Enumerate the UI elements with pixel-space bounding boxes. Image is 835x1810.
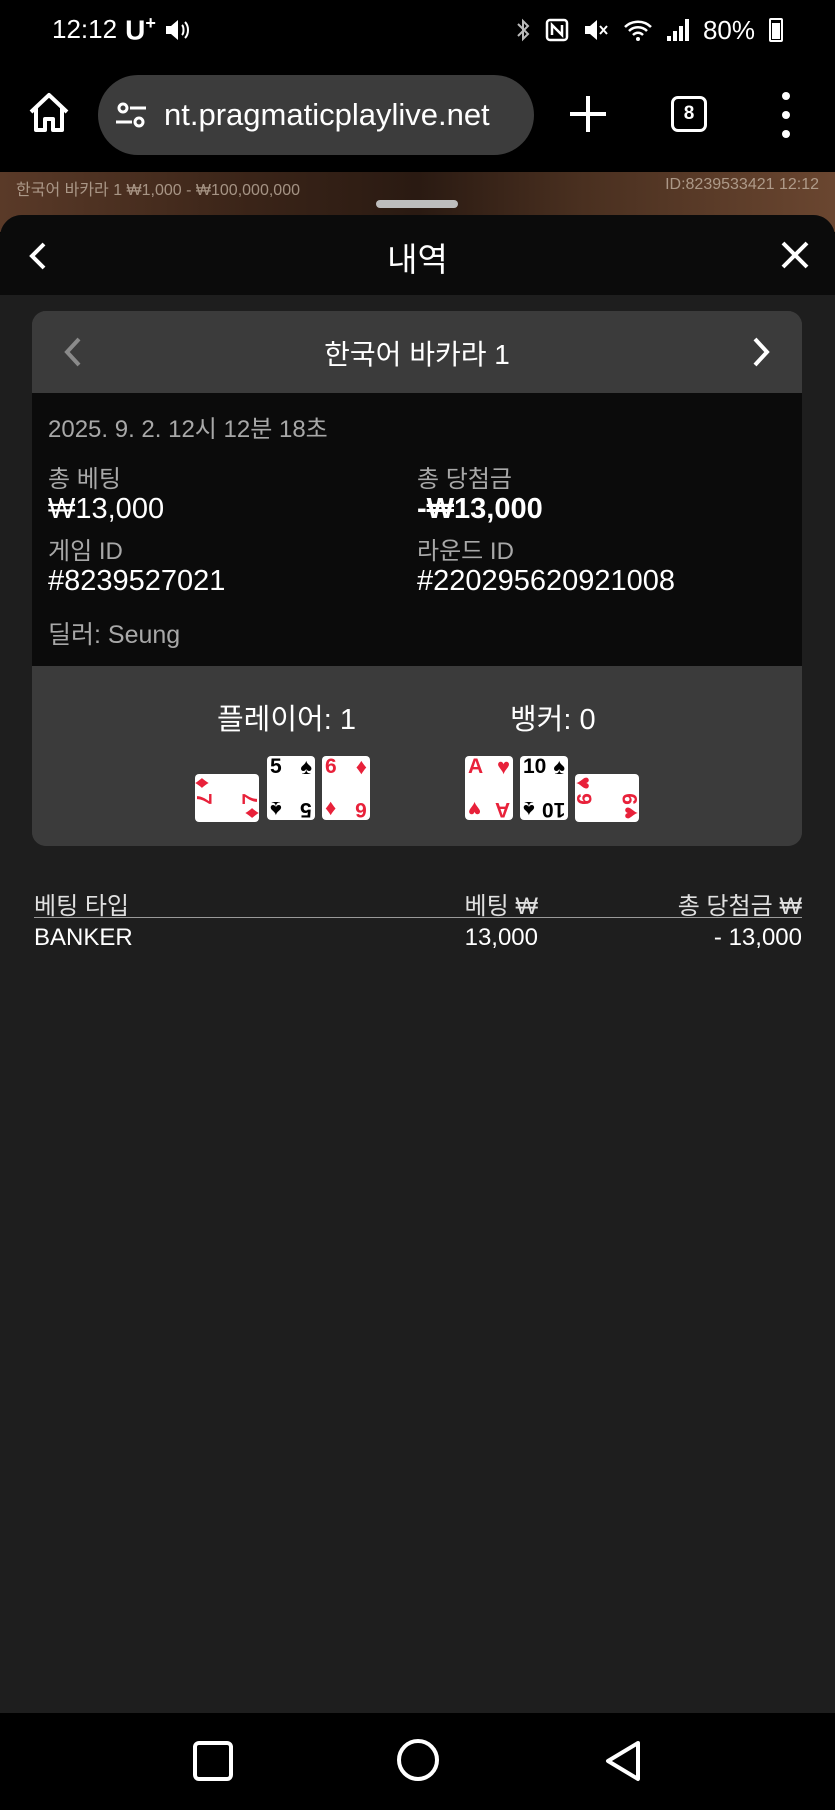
round-nav: 한국어 바카라 1: [32, 311, 802, 393]
wifi-icon: [624, 20, 652, 41]
nfc-icon: [545, 18, 569, 42]
total-win-label: 총 당첨금: [417, 466, 512, 493]
new-tab-icon[interactable]: [566, 92, 610, 136]
back-button[interactable]: [602, 1739, 644, 1783]
game-id-label: 게임 ID: [48, 538, 123, 565]
row-total-win: - 13,000: [713, 924, 802, 951]
banker-card-3: 9♥ 9♥: [575, 774, 639, 822]
round-card: 한국어 바카라 1 2025. 9. 2. 12시 12분 18초 총 베팅 ₩…: [32, 311, 802, 846]
game-name: 한국어 바카라 1: [324, 339, 510, 370]
round-info: 2025. 9. 2. 12시 12분 18초 총 베팅 ₩13,000 총 당…: [32, 393, 802, 666]
site-settings-icon[interactable]: [114, 98, 148, 132]
history-panel: 내역 한국어 바카라 1 2025. 9. 2. 12시 12분 18초 총 베…: [0, 215, 835, 1713]
battery-icon: [769, 18, 783, 42]
row-bet-type: BANKER: [34, 924, 133, 951]
panel-title: 내역: [387, 241, 448, 278]
drag-handle[interactable]: [376, 200, 458, 208]
header-bet-type: 베팅 타입: [34, 893, 129, 920]
banker-score: 뱅커: 0: [510, 704, 596, 736]
table-header: 베팅 타입 베팅 ₩ 총 당첨금 ₩: [34, 880, 802, 920]
recents-button[interactable]: [193, 1741, 233, 1781]
player-score: 플레이어: 1: [217, 704, 356, 736]
round-result: 플레이어: 1 뱅커: 0 7♦ 7♦ 5♠ 5♠ 6♦ 6♦ A♥ A♥ 10…: [32, 666, 802, 846]
total-win-value: -₩13,000: [417, 493, 543, 525]
clock: 12:12: [52, 14, 118, 45]
row-bet-amount: 13,000: [464, 924, 538, 951]
table-info: 한국어 바카라 1 ₩1,000 - ₩100,000,000: [16, 182, 300, 199]
table-id: ID:8239533421 12:12: [665, 176, 819, 193]
player-card-2: 5 ♠ 5 ♠: [267, 756, 315, 820]
game-id-value: #8239527021: [48, 565, 226, 597]
bet-table: 베팅 타입 베팅 ₩ 총 당첨금 ₩ BANKER 13,000 - 13,00…: [34, 880, 802, 962]
status-bar: 12:12 U+ 80%: [0, 0, 835, 60]
address-bar[interactable]: nt.pragmaticplaylive.net: [98, 75, 534, 155]
status-left: 12:12 U+: [52, 13, 190, 46]
player-card-3: 6 ♦ 6 ♦: [322, 756, 370, 820]
round-id-value: #220295620921008: [417, 565, 676, 597]
system-nav-bar: [0, 1713, 835, 1810]
dealer-name: 딜러: Seung: [48, 621, 181, 649]
status-right: 80%: [515, 15, 783, 46]
next-round-icon[interactable]: [746, 335, 776, 369]
close-icon[interactable]: [777, 237, 813, 273]
table-row: BANKER 13,000 - 13,000: [34, 918, 802, 962]
banker-card-2: 10 ♠ 10 ♠: [520, 756, 568, 820]
signal-icon: [666, 19, 689, 41]
total-bet-label: 총 베팅: [48, 466, 121, 493]
round-id-label: 라운드 ID: [417, 538, 514, 565]
player-card-1: 7♦ 7♦: [195, 774, 259, 822]
bluetooth-icon: [517, 18, 530, 42]
panel-header: 내역: [0, 215, 835, 295]
battery-percent: 80%: [702, 14, 755, 45]
round-timestamp: 2025. 9. 2. 12시 12분 18초: [48, 416, 328, 443]
home-button[interactable]: [397, 1739, 439, 1781]
header-total-win: 총 당첨금 ₩: [677, 893, 802, 920]
carrier-label: U+: [125, 13, 156, 46]
volume-icon: [165, 19, 189, 40]
header-bet-amount: 베팅 ₩: [464, 893, 538, 920]
browser-toolbar: nt.pragmaticplaylive.net 8: [0, 60, 835, 172]
tab-switcher-button[interactable]: 8: [671, 96, 707, 132]
more-menu-icon[interactable]: [776, 92, 796, 138]
total-bet-value: ₩13,000: [48, 493, 165, 525]
tab-count: 8: [683, 103, 695, 124]
url-text[interactable]: nt.pragmaticplaylive.net: [164, 97, 490, 133]
banker-card-1: A ♥ A ♥: [465, 756, 513, 820]
mute-icon: [584, 20, 608, 40]
home-icon[interactable]: [26, 90, 72, 136]
